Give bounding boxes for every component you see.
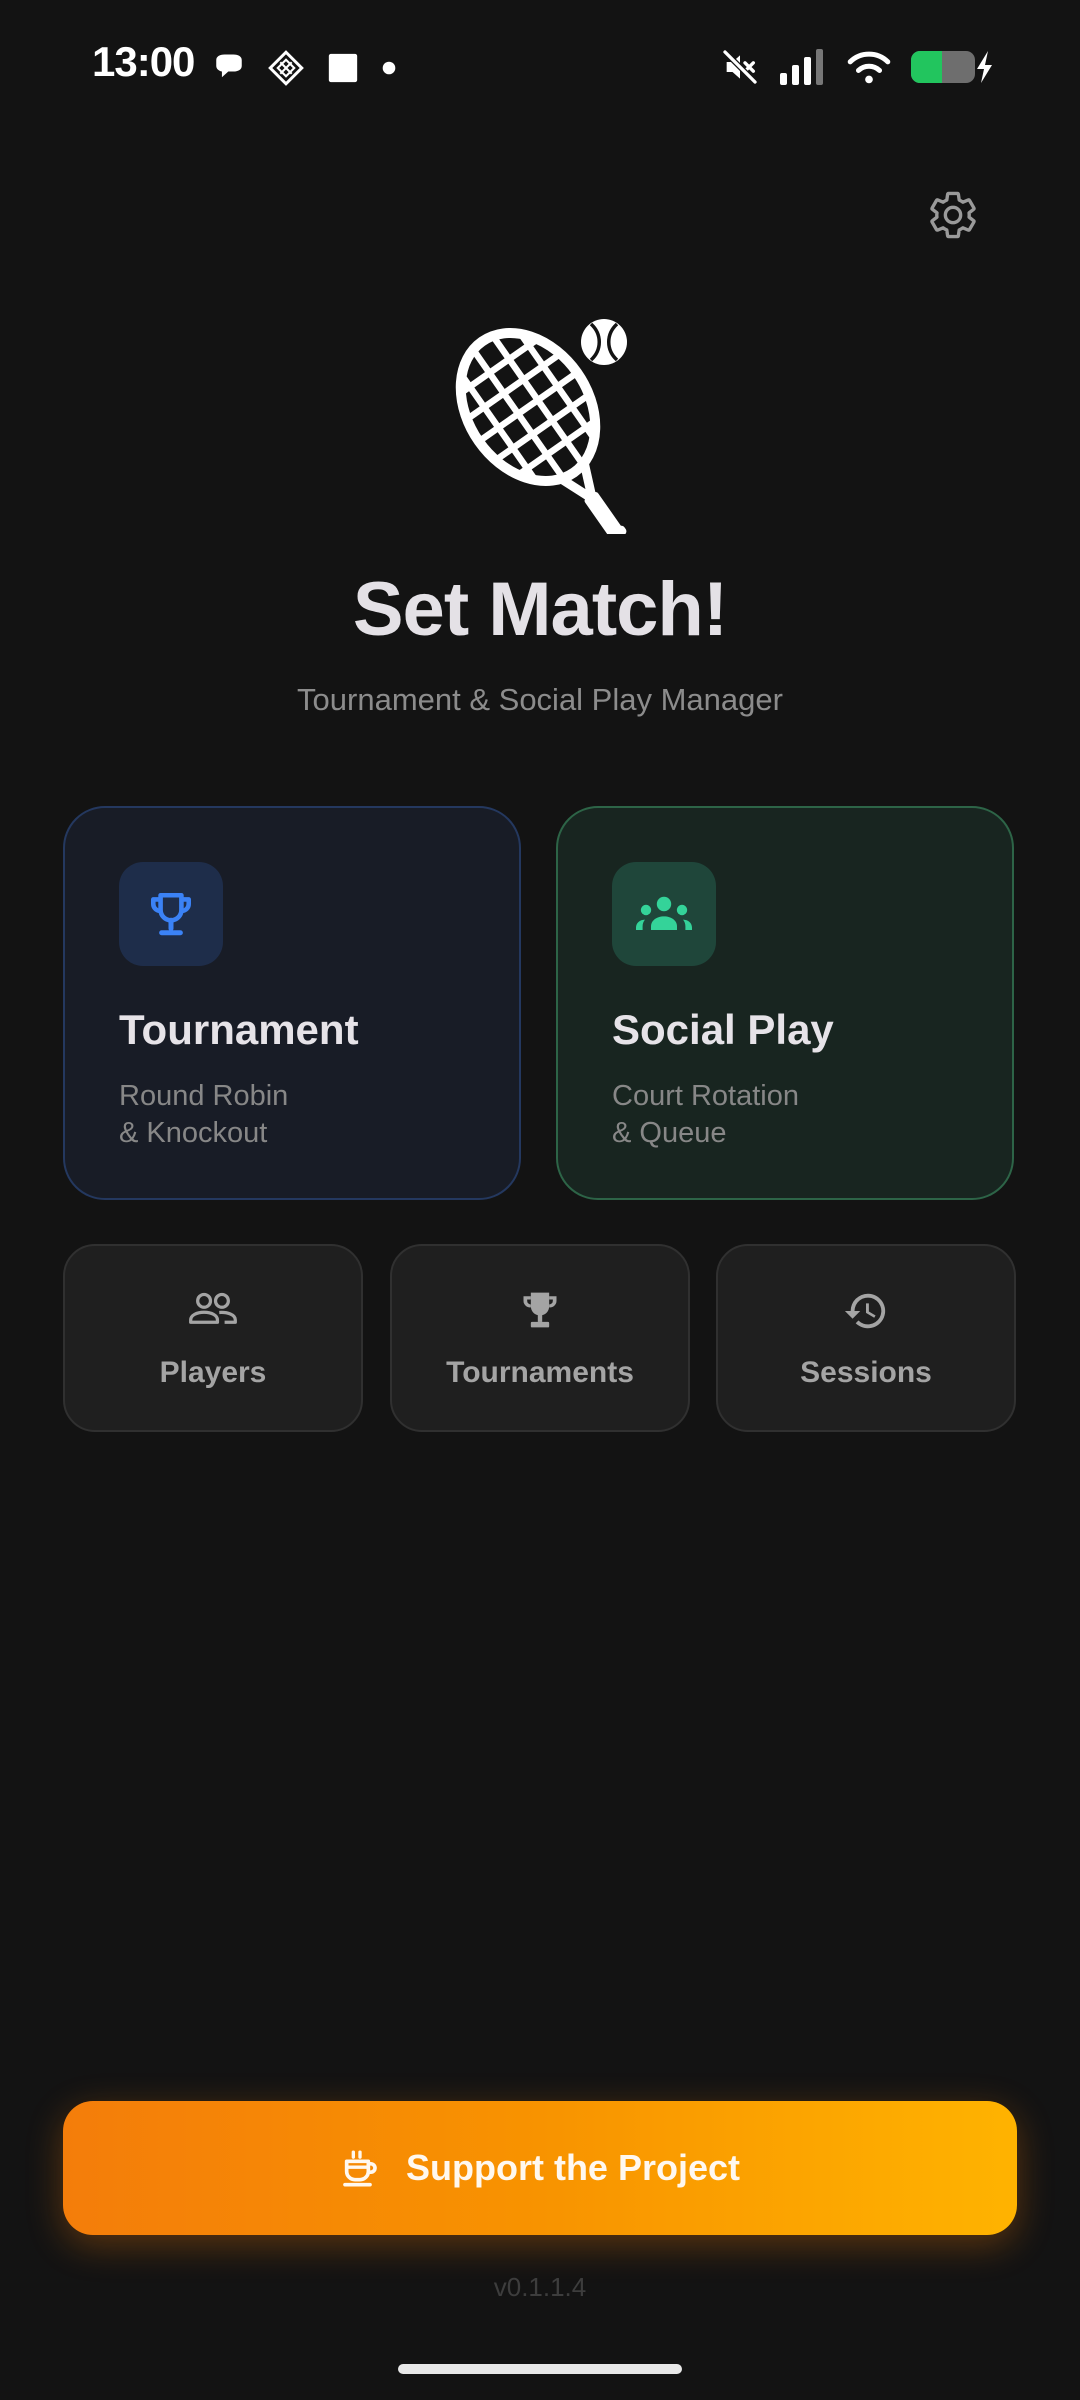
tournament-desc-line-1: Round Robin (119, 1080, 289, 1112)
tournament-desc-line-2: & Knockout (119, 1117, 268, 1149)
social-play-description: Court Rotation & Queue (612, 1078, 799, 1152)
social-play-desc-line-1: Court Rotation (612, 1080, 799, 1112)
gear-icon (930, 191, 976, 239)
home-screen: 13:00 Set Match! Tournament & Social Pla… (0, 0, 1080, 2400)
tournaments-button[interactable]: Tournaments (390, 1244, 690, 1432)
social-play-desc-line-2: & Queue (612, 1117, 727, 1149)
home-indicator[interactable] (398, 2364, 682, 2374)
groups-icon (636, 896, 692, 930)
diamond-grid-icon (268, 50, 304, 86)
signal-icon (780, 49, 823, 85)
status-notification-icons (212, 48, 396, 88)
app-subtitle: Tournament & Social Play Manager (297, 682, 783, 717)
support-project-label: Support the Project (405, 2147, 741, 2188)
history-icon (844, 1293, 886, 1329)
square-icon (328, 53, 358, 83)
battery-charging-icon (911, 51, 992, 83)
tournament-title: Tournament (119, 1006, 359, 1053)
trophy-icon (150, 892, 192, 936)
tennis-racket-logo (444, 312, 627, 534)
wifi-icon (847, 51, 891, 84)
notification-dot-icon (382, 61, 396, 75)
players-label: Players (159, 1356, 267, 1389)
people-outline-icon (189, 1292, 237, 1324)
social-play-mode-card[interactable]: Social Play Court Rotation & Queue (556, 806, 1014, 1200)
social-play-title: Social Play (612, 1006, 834, 1053)
tournament-mode-card[interactable]: Tournament Round Robin & Knockout (63, 806, 521, 1200)
tournaments-label: Tournaments (446, 1356, 634, 1389)
social-play-icon-box (612, 862, 716, 966)
tournament-icon-box (119, 862, 223, 966)
chat-bubble-icon (216, 54, 242, 78)
trophy-icon (523, 1292, 557, 1328)
settings-button[interactable] (922, 184, 984, 246)
sessions-label: Sessions (800, 1356, 932, 1389)
tournament-description: Round Robin & Knockout (119, 1078, 288, 1152)
tennis-ball-icon (581, 319, 627, 365)
status-time: 13:00 (92, 38, 195, 85)
app-version: v0.1.1.4 (493, 2272, 587, 2302)
mute-icon (722, 49, 758, 85)
app-title: Set Match! (352, 567, 728, 652)
support-project-button[interactable]: Support the Project (63, 2101, 1017, 2235)
status-system-icons (720, 44, 992, 90)
sessions-button[interactable]: Sessions (716, 1244, 1016, 1432)
players-button[interactable]: Players (63, 1244, 363, 1432)
coffee-cup-icon (343, 2150, 377, 2187)
